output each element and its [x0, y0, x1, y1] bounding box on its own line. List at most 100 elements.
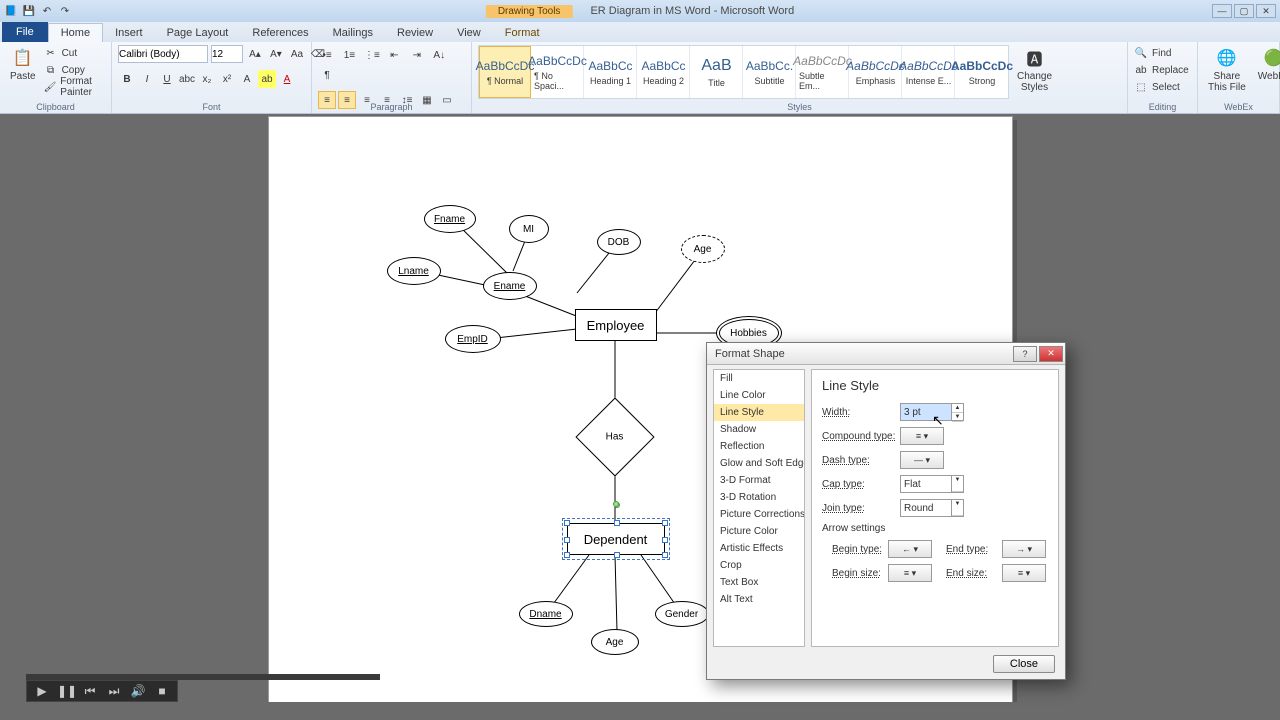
tab-references[interactable]: References — [240, 24, 320, 42]
style-no-spacing[interactable]: AaBbCcDc¶ No Spaci... — [532, 46, 584, 98]
er-attr-age[interactable]: Age — [681, 235, 725, 263]
nav-3d-rotation[interactable]: 3-D Rotation — [714, 489, 804, 506]
er-attr-fname[interactable]: Fname — [424, 205, 476, 233]
nav-crop[interactable]: Crop — [714, 557, 804, 574]
style-subtitle[interactable]: AaBbCc.Subtitle — [744, 46, 796, 98]
er-attr-ename[interactable]: Ename — [483, 272, 537, 300]
maximize-button[interactable]: ▢ — [1234, 4, 1254, 18]
italic-button[interactable]: I — [138, 70, 156, 88]
document-area[interactable]: Fname MI DOB Age Lname Ename EmpID Hobbi… — [0, 114, 1280, 702]
cap-combo[interactable]: Flat — [900, 475, 952, 493]
nav-pic-color[interactable]: Picture Color — [714, 523, 804, 540]
text-effects-button[interactable]: A — [238, 70, 256, 88]
nav-glow[interactable]: Glow and Soft Edges — [714, 455, 804, 472]
replace-button[interactable]: abReplace — [1134, 62, 1189, 78]
end-type-combo[interactable]: → ▾ — [1002, 540, 1046, 558]
er-attr-dob[interactable]: DOB — [597, 229, 641, 255]
width-input[interactable]: 3 pt — [900, 403, 952, 421]
redo-icon[interactable]: ↷ — [58, 4, 72, 18]
multilevel-button[interactable]: ⋮≡ — [363, 47, 381, 65]
dialog-title-bar[interactable]: Format Shape ? ✕ — [707, 343, 1065, 365]
webex-button[interactable]: 🟢WebEx — [1254, 45, 1280, 84]
highlight-button[interactable]: ab — [258, 70, 276, 88]
dialog-close-button[interactable]: ✕ — [1039, 346, 1063, 362]
tab-home[interactable]: Home — [48, 23, 103, 42]
grow-font-button[interactable]: A▴ — [246, 45, 264, 63]
nav-line-style[interactable]: Line Style — [714, 404, 804, 421]
shrink-font-button[interactable]: A▾ — [267, 45, 285, 63]
style-heading2[interactable]: AaBbCcHeading 2 — [638, 46, 690, 98]
er-attr-mi[interactable]: MI — [509, 215, 549, 243]
join-dd[interactable]: ▼ — [952, 499, 964, 517]
er-attr-lname[interactable]: Lname — [387, 257, 441, 285]
media-stop-button[interactable]: ■ — [153, 684, 171, 698]
undo-icon[interactable]: ↶ — [40, 4, 54, 18]
subscript-button[interactable]: x₂ — [198, 70, 216, 88]
tab-file[interactable]: File — [2, 22, 48, 42]
media-play-button[interactable]: ▶ — [33, 684, 51, 698]
cut-button[interactable]: ✂Cut — [44, 45, 105, 61]
style-heading1[interactable]: AaBbCcHeading 1 — [585, 46, 637, 98]
bullets-button[interactable]: •≡ — [318, 47, 336, 65]
increase-indent-button[interactable]: ⇥ — [408, 47, 426, 65]
style-subtle-em[interactable]: AaBbCcDcSubtle Em... — [797, 46, 849, 98]
join-combo[interactable]: Round — [900, 499, 952, 517]
begin-size-combo[interactable]: ≡ ▾ — [888, 564, 932, 582]
begin-type-combo[interactable]: ← ▾ — [888, 540, 932, 558]
style-intense-e[interactable]: AaBbCcDcIntense E... — [903, 46, 955, 98]
dialog-help-button[interactable]: ? — [1013, 346, 1037, 362]
nav-shadow[interactable]: Shadow — [714, 421, 804, 438]
tab-page-layout[interactable]: Page Layout — [155, 24, 241, 42]
er-attr-empid[interactable]: EmpID — [445, 325, 501, 353]
change-case-button[interactable]: Aa — [288, 45, 306, 63]
er-entity-employee[interactable]: Employee — [575, 309, 657, 341]
styles-gallery[interactable]: AaBbCcDc¶ Normal AaBbCcDc¶ No Spaci... A… — [478, 45, 1009, 99]
tab-review[interactable]: Review — [385, 24, 445, 42]
media-prev-button[interactable]: ⏮ — [81, 684, 99, 699]
close-button[interactable]: ✕ — [1256, 4, 1276, 18]
end-size-combo[interactable]: ≡ ▾ — [1002, 564, 1046, 582]
nav-alt-text[interactable]: Alt Text — [714, 591, 804, 608]
style-emphasis[interactable]: AaBbCcDcEmphasis — [850, 46, 902, 98]
dialog-close-footer-button[interactable]: Close — [993, 655, 1055, 673]
decrease-indent-button[interactable]: ⇤ — [385, 47, 403, 65]
show-marks-button[interactable]: ¶ — [318, 66, 336, 84]
sort-button[interactable]: A↓ — [430, 47, 448, 65]
save-icon[interactable]: 💾 — [22, 4, 36, 18]
media-next-button[interactable]: ⏭ — [105, 684, 123, 699]
select-button[interactable]: ⬚Select — [1134, 79, 1189, 95]
nav-pic-corrections[interactable]: Picture Corrections — [714, 506, 804, 523]
style-title[interactable]: AaBTitle — [691, 46, 743, 98]
minimize-button[interactable]: — — [1212, 4, 1232, 18]
font-size-input[interactable] — [211, 45, 243, 63]
nav-fill[interactable]: Fill — [714, 370, 804, 387]
nav-line-color[interactable]: Line Color — [714, 387, 804, 404]
tab-format[interactable]: Format — [493, 24, 552, 42]
format-painter-button[interactable]: 🖌Format Painter — [44, 79, 105, 95]
share-file-button[interactable]: 🌐Share This File — [1204, 45, 1250, 95]
underline-button[interactable]: U — [158, 70, 176, 88]
format-shape-dialog[interactable]: Format Shape ? ✕ Fill Line Color Line St… — [706, 342, 1066, 680]
style-strong[interactable]: AaBbCcDcStrong — [956, 46, 1008, 98]
compound-combo[interactable]: ≡ ▾ — [900, 427, 944, 445]
er-entity-dependent[interactable]: Dependent — [567, 523, 665, 555]
er-attr-dname[interactable]: Dname — [519, 601, 573, 627]
style-normal[interactable]: AaBbCcDc¶ Normal — [479, 46, 531, 98]
cap-dd[interactable]: ▼ — [952, 475, 964, 493]
nav-text-box[interactable]: Text Box — [714, 574, 804, 591]
er-rel-has[interactable]: Has — [587, 409, 643, 465]
change-styles-button[interactable]: 🅰 Change Styles — [1013, 45, 1056, 95]
paste-button[interactable]: 📋 Paste — [6, 45, 40, 84]
media-volume-button[interactable]: 🔊 — [129, 684, 147, 698]
dialog-nav[interactable]: Fill Line Color Line Style Shadow Reflec… — [713, 369, 805, 647]
media-pause-button[interactable]: ❚❚ — [57, 684, 75, 698]
nav-3d-format[interactable]: 3-D Format — [714, 472, 804, 489]
font-color-button[interactable]: A — [278, 70, 296, 88]
er-attr-gender[interactable]: Gender — [655, 601, 709, 627]
tab-view[interactable]: View — [445, 24, 493, 42]
er-attr-age2[interactable]: Age — [591, 629, 639, 655]
nav-artistic[interactable]: Artistic Effects — [714, 540, 804, 557]
strike-button[interactable]: abc — [178, 70, 196, 88]
tab-mailings[interactable]: Mailings — [321, 24, 385, 42]
width-spinner[interactable]: ▲▼ — [952, 403, 964, 421]
